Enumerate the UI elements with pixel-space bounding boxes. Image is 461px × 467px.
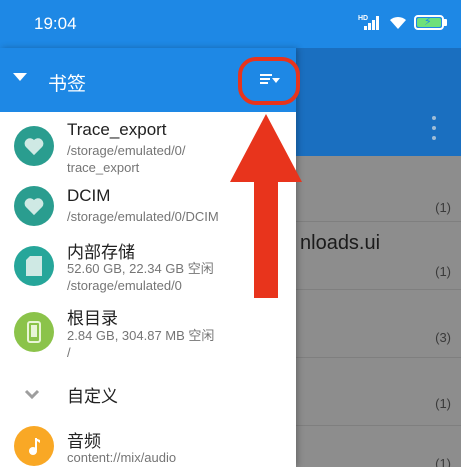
bg-count: (1) <box>435 264 451 279</box>
heart-icon <box>14 186 54 226</box>
annotation-arrow-icon <box>230 114 302 298</box>
section-toggle-custom[interactable]: 自定义 <box>0 378 296 418</box>
storage-info: 52.60 GB, 22.34 GB 空闲 <box>67 261 214 276</box>
heart-icon <box>14 126 54 166</box>
sd-card-icon <box>14 246 54 286</box>
status-bar: 19:04 HD ⚡ <box>0 0 461 48</box>
music-note-icon <box>14 426 54 466</box>
chevron-down-icon <box>24 389 40 400</box>
bg-row-title: nloads.ui <box>300 232 381 254</box>
bg-row: (1) <box>296 426 461 467</box>
phone-icon <box>14 312 54 352</box>
bookmark-path: trace_export <box>67 160 140 175</box>
bg-count: (1) <box>435 456 451 467</box>
bg-row: (1) <box>296 358 461 426</box>
battery-nub <box>444 19 447 26</box>
signal-icon <box>364 16 379 30</box>
bookmark-path: /storage/emulated/0/DCIM <box>67 209 219 224</box>
annotation-highlight-circle <box>238 57 300 105</box>
bg-row: (3) <box>296 290 461 358</box>
bookmark-path: / <box>67 345 71 360</box>
status-icons: HD ⚡ <box>358 14 448 34</box>
more-options-icon[interactable] <box>426 116 442 140</box>
bookmark-title: 根目录 <box>67 309 118 328</box>
status-time: 19:04 <box>34 14 77 33</box>
bookmark-title: Trace_export <box>67 120 167 139</box>
bookmark-path: /storage/emulated/0 <box>67 278 182 293</box>
charging-bolt-icon: ⚡ <box>424 16 432 28</box>
storage-info: 2.84 GB, 304.87 MB 空闲 <box>67 328 215 343</box>
bg-row: (1) <box>296 156 461 222</box>
drawer-title[interactable]: 书签 <box>48 69 86 96</box>
section-label: 自定义 <box>67 387 118 406</box>
wifi-icon <box>390 16 406 29</box>
bg-count: (1) <box>435 200 451 215</box>
caret-down-icon[interactable] <box>13 73 27 81</box>
bg-count: (3) <box>435 330 451 345</box>
bookmark-path: content://mix/audio <box>67 450 177 465</box>
bookmark-path: /storage/emulated/0/ <box>67 143 186 158</box>
bookmark-title: DCIM <box>67 186 111 205</box>
bookmark-item-root[interactable]: 根目录 2.84 GB, 304.87 MB 空闲 / <box>0 306 296 370</box>
bg-count: (1) <box>435 396 451 411</box>
bookmark-item-audio[interactable]: 音频 content://mix/audio <box>0 420 296 467</box>
